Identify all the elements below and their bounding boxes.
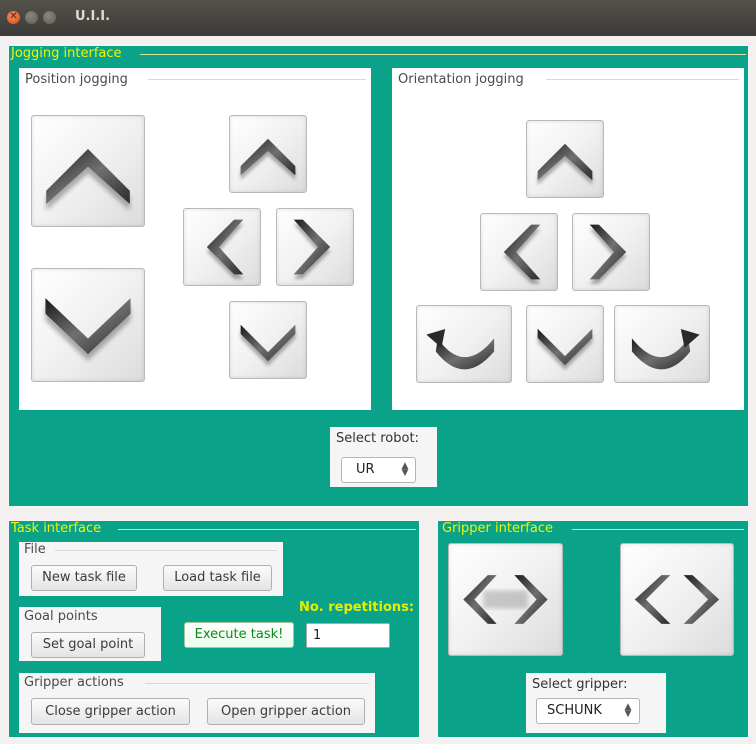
orientation-left-button[interactable] — [480, 213, 558, 291]
jogging-group-line — [140, 54, 746, 55]
spin-arrows-icon: ▲ ▼ — [401, 461, 409, 478]
z-up-icon — [46, 149, 130, 211]
left-icon — [503, 224, 541, 284]
set-goal-point-button[interactable]: Set goal point — [31, 632, 145, 658]
right-icon — [293, 219, 331, 279]
window-title: U.I.I. — [75, 9, 111, 24]
position-group-line — [148, 79, 366, 80]
window-maximize-button[interactable] — [43, 11, 56, 24]
new-task-file-button[interactable]: New task file — [31, 565, 137, 591]
gripper-interface-title: Gripper interface — [441, 521, 554, 536]
file-group-line — [55, 550, 277, 551]
repetitions-input[interactable]: 1 — [306, 623, 390, 648]
up-icon — [240, 138, 296, 180]
position-right-button[interactable] — [276, 208, 354, 286]
z-down-button[interactable] — [31, 268, 145, 382]
spin-arrows-icon: ▲ ▼ — [624, 702, 632, 719]
orientation-down-button[interactable] — [526, 305, 604, 383]
close-gripper-action-button[interactable]: Close gripper action — [31, 698, 190, 725]
execute-task-button[interactable]: Execute task! — [184, 622, 294, 648]
rotate-ccw-icon — [426, 328, 495, 370]
close-icon: ✕ — [9, 11, 18, 22]
gripper-open-button[interactable] — [620, 543, 734, 656]
goal-points-label: Goal points — [24, 609, 98, 624]
gripper-actions-label: Gripper actions — [24, 675, 124, 690]
gripper-close-button[interactable] — [448, 543, 563, 656]
rotate-cw-icon — [631, 328, 700, 370]
rotate-cw-button[interactable] — [614, 305, 710, 383]
jogging-interface-title: Jogging interface — [10, 46, 123, 61]
open-gripper-action-button[interactable]: Open gripper action — [207, 698, 365, 725]
z-down-icon — [45, 298, 131, 361]
gripper-actions-line — [145, 683, 369, 684]
title-bar: ✕ U.I.I. — [0, 0, 756, 36]
left-icon — [206, 219, 244, 279]
down-icon — [240, 324, 296, 366]
repetitions-label: No. repetitions: — [299, 600, 415, 615]
up-icon — [537, 143, 593, 185]
select-robot-label: Select robot: — [336, 431, 419, 446]
rotate-ccw-button[interactable] — [416, 305, 512, 383]
gripper-open-icon — [634, 575, 720, 624]
orientation-up-button[interactable] — [526, 120, 604, 198]
position-left-button[interactable] — [183, 208, 261, 286]
gripper-group-line — [572, 529, 744, 530]
task-interface-title: Task interface — [10, 521, 103, 536]
down-icon — [537, 328, 593, 370]
gripper-select[interactable]: SCHUNK ▲ ▼ — [536, 698, 640, 724]
orientation-group-line — [546, 79, 739, 80]
gripper-select-value: SCHUNK — [547, 703, 602, 718]
position-jogging-title: Position jogging — [25, 72, 131, 87]
task-group-line — [118, 529, 416, 530]
robot-select-value: UR — [356, 462, 375, 477]
robot-select[interactable]: UR ▲ ▼ — [341, 457, 416, 483]
z-up-button[interactable] — [31, 115, 145, 227]
repetitions-value: 1 — [313, 628, 322, 643]
right-icon — [589, 224, 627, 284]
load-task-file-button[interactable]: Load task file — [163, 565, 272, 591]
select-gripper-label: Select gripper: — [532, 677, 628, 692]
orientation-right-button[interactable] — [572, 213, 650, 291]
window-close-button[interactable]: ✕ — [7, 11, 20, 24]
file-label: File — [24, 542, 46, 557]
position-up-button[interactable] — [229, 115, 307, 193]
window-minimize-button[interactable] — [25, 11, 38, 24]
orientation-jogging-title: Orientation jogging — [398, 72, 527, 87]
position-down-button[interactable] — [229, 301, 307, 379]
gripper-close-icon — [463, 575, 548, 624]
